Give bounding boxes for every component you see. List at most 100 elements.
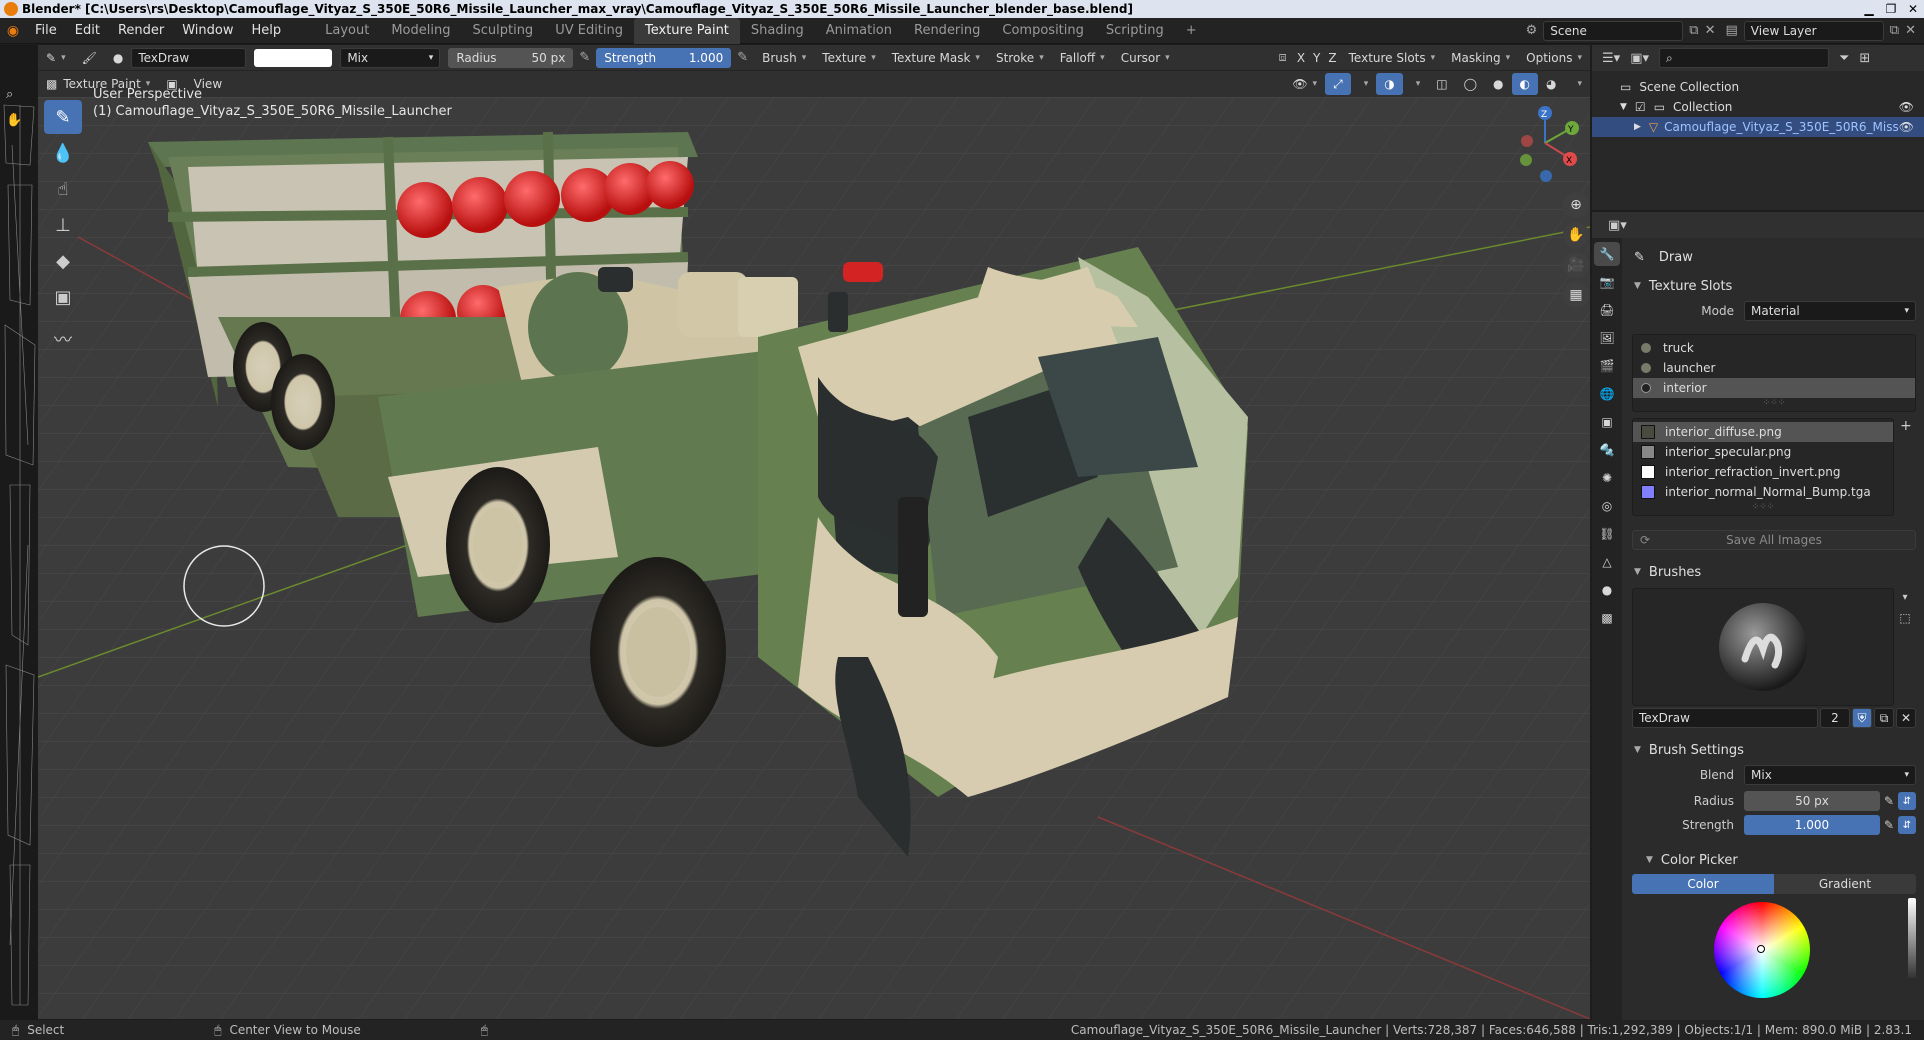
tab-shading[interactable]: Shading bbox=[740, 18, 815, 44]
gradient-tab[interactable]: Gradient bbox=[1774, 874, 1916, 894]
brush-preview-dropdown-icon[interactable]: ▾ bbox=[1902, 592, 1907, 603]
list-resize-handle[interactable]: ⁘⁘⁘ bbox=[1633, 398, 1915, 408]
material-tab-icon[interactable]: ● bbox=[1594, 578, 1620, 602]
minimize-button[interactable]: ▁ bbox=[1858, 0, 1880, 18]
strength-field[interactable]: 1.000 bbox=[1744, 815, 1880, 835]
zoom-icon[interactable]: ⊕ bbox=[1563, 192, 1589, 218]
object-tab-icon[interactable]: ▣ bbox=[1594, 410, 1620, 434]
shading-wireframe-icon[interactable]: ◯ bbox=[1456, 73, 1485, 95]
shading-rendered-icon[interactable]: ◕ bbox=[1538, 73, 1564, 95]
unlink-brush-icon[interactable]: ✕ bbox=[1896, 708, 1916, 728]
fill-tool[interactable]: ◆ bbox=[44, 244, 82, 278]
menu-window[interactable]: Window bbox=[173, 18, 242, 44]
cursor-menu[interactable]: Cursor ▾ bbox=[1113, 47, 1178, 69]
strength-unit-icon[interactable]: ⇵ bbox=[1898, 816, 1916, 834]
annotate-tool[interactable]: 〰 bbox=[44, 322, 82, 356]
blend-mode-dropdown[interactable]: Mix ▾ bbox=[340, 47, 441, 68]
remove-scene-icon[interactable]: ✕ bbox=[1705, 23, 1716, 38]
soften-tool[interactable]: 💧 bbox=[44, 136, 82, 170]
texture-slots-menu[interactable]: Texture Slots ▾ bbox=[1341, 47, 1444, 69]
pan-icon[interactable]: ✋ bbox=[1563, 222, 1589, 248]
display-mode-icon[interactable]: ▣▾ bbox=[1630, 51, 1649, 66]
render-tab-icon[interactable]: 📷 bbox=[1594, 270, 1620, 294]
clone-tool[interactable]: ⊥ bbox=[44, 208, 82, 242]
image-slot-specular[interactable]: interior_specular.png bbox=[1633, 442, 1893, 462]
brush-type-icon[interactable]: ● bbox=[105, 47, 131, 69]
visibility-eye-icon[interactable]: 👁 bbox=[1899, 100, 1914, 114]
list-resize-handle[interactable]: ⁘⁘⁘ bbox=[1633, 502, 1893, 512]
texture-slots-panel-header[interactable]: ▼ Texture Slots bbox=[1624, 274, 1924, 298]
output-tab-icon[interactable]: 🖨 bbox=[1594, 298, 1620, 322]
brush-color-swatch[interactable] bbox=[254, 48, 333, 67]
image-slot-refraction[interactable]: interior_refraction_invert.png bbox=[1633, 462, 1893, 482]
collapse-icon[interactable]: ▶ bbox=[1634, 122, 1641, 132]
falloff-menu[interactable]: Falloff ▾ bbox=[1052, 47, 1113, 69]
3d-viewport[interactable] bbox=[38, 97, 1590, 1019]
shading-solid-icon[interactable]: ● bbox=[1485, 73, 1511, 95]
search-icon[interactable]: ⌕ bbox=[6, 87, 13, 102]
modifier-tab-icon[interactable]: 🔩 bbox=[1594, 438, 1620, 462]
maximize-button[interactable]: ❐ bbox=[1880, 0, 1902, 18]
menu-edit[interactable]: Edit bbox=[66, 18, 109, 44]
masking-menu[interactable]: Masking ▾ bbox=[1443, 47, 1518, 69]
add-texture-slot-icon[interactable]: + bbox=[1900, 418, 1916, 516]
brushes-panel-header[interactable]: ▼ Brushes bbox=[1624, 560, 1924, 584]
particles-tab-icon[interactable]: ✺ bbox=[1594, 466, 1620, 490]
overlay-toggle-icon[interactable]: ◑ bbox=[1376, 73, 1403, 95]
strength-slider[interactable]: Strength 1.000 bbox=[596, 47, 732, 68]
tab-scripting[interactable]: Scripting bbox=[1095, 18, 1175, 44]
color-wheel-cursor[interactable] bbox=[1757, 945, 1765, 953]
physics-tab-icon[interactable]: ◎ bbox=[1594, 494, 1620, 518]
strength-pressure-icon[interactable]: ✎ bbox=[1880, 818, 1898, 832]
tool-tab-icon[interactable]: 🔧 bbox=[1594, 242, 1620, 266]
remove-view-layer-icon[interactable]: ✕ bbox=[1905, 23, 1916, 38]
symmetry-icon[interactable]: ⧈ bbox=[1279, 50, 1287, 65]
new-view-layer-icon[interactable]: ⧉ bbox=[1890, 23, 1899, 38]
world-tab-icon[interactable]: 🌐 bbox=[1594, 382, 1620, 406]
scene-selector[interactable]: Scene bbox=[1543, 20, 1684, 41]
new-collection-icon[interactable]: ⊞ bbox=[1859, 51, 1870, 66]
color-tab[interactable]: Color bbox=[1632, 874, 1774, 894]
tab-layout[interactable]: Layout bbox=[314, 18, 380, 44]
brush-menu[interactable]: Brush ▾ bbox=[754, 47, 814, 69]
blender-menu-icon[interactable]: ◉ bbox=[0, 23, 26, 39]
tab-uv-editing[interactable]: UV Editing bbox=[544, 18, 634, 44]
grid-view-icon[interactable]: ▦ bbox=[1563, 282, 1589, 308]
outliner-object[interactable]: ▶ ▽ Camouflage_Vityaz_S_350E_50R6_Missile_… bbox=[1592, 117, 1924, 137]
tab-compositing[interactable]: Compositing bbox=[991, 18, 1095, 44]
menu-render[interactable]: Render bbox=[109, 18, 173, 44]
texture-menu[interactable]: Texture ▾ bbox=[814, 47, 883, 69]
image-slot-diffuse[interactable]: interior_diffuse.png bbox=[1633, 422, 1893, 442]
tab-rendering[interactable]: Rendering bbox=[903, 18, 991, 44]
shading-material-icon[interactable]: ◐ bbox=[1511, 73, 1538, 95]
menu-file[interactable]: File bbox=[26, 18, 66, 44]
shading-dropdown[interactable]: ▾ bbox=[1564, 73, 1590, 95]
outliner-collection[interactable]: ▼ ☑ ▭ Collection 👁 bbox=[1592, 97, 1924, 117]
filter-icon[interactable]: ⏷ bbox=[1839, 51, 1849, 66]
view-layer-tab-icon[interactable]: 🖼 bbox=[1594, 326, 1620, 350]
scene-tab-icon[interactable]: 🎬 bbox=[1594, 354, 1620, 378]
add-workspace-button[interactable]: + bbox=[1175, 18, 1208, 44]
options-menu[interactable]: Options ▾ bbox=[1518, 47, 1590, 69]
brush-preview-expand-icon[interactable]: ⬚ bbox=[1899, 611, 1910, 625]
mode-icon-dropdown[interactable]: ✎ ▾ bbox=[38, 47, 74, 69]
constraints-tab-icon[interactable]: ⛓ bbox=[1594, 522, 1620, 546]
material-item-launcher[interactable]: launcher bbox=[1633, 358, 1915, 378]
smear-tool[interactable]: ☝ bbox=[44, 172, 82, 206]
gizmo-toggle-icon[interactable]: ⤢ bbox=[1325, 73, 1351, 95]
blend-dropdown[interactable]: Mix ▾ bbox=[1744, 765, 1916, 785]
strength-pressure-icon[interactable]: ✎ bbox=[737, 50, 748, 65]
menu-help[interactable]: Help bbox=[243, 18, 291, 44]
outliner-editor-icon[interactable]: ☰▾ bbox=[1602, 51, 1620, 66]
color-picker-panel-header[interactable]: ▼ Color Picker bbox=[1624, 848, 1924, 872]
brush-preview[interactable] bbox=[1632, 588, 1894, 706]
radius-field[interactable]: 50 px bbox=[1744, 791, 1880, 811]
outliner-search-input[interactable]: ⌕ bbox=[1659, 48, 1829, 68]
new-scene-icon[interactable]: ⧉ bbox=[1689, 23, 1698, 38]
duplicate-brush-icon[interactable]: ⧉ bbox=[1874, 708, 1894, 728]
brush-name-input[interactable]: TexDraw bbox=[1632, 708, 1818, 728]
camera-icon[interactable]: 🎥 bbox=[1563, 252, 1589, 278]
close-button[interactable]: ✕ bbox=[1902, 0, 1924, 18]
brush-icon[interactable]: 🖌 bbox=[74, 47, 105, 69]
checkbox-icon[interactable]: ☑ bbox=[1635, 100, 1646, 114]
